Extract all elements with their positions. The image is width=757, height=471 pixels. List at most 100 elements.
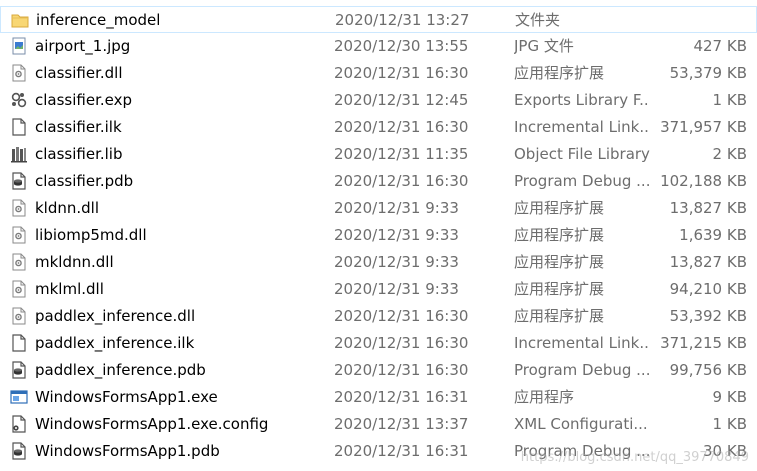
dll-file-icon xyxy=(10,307,28,325)
file-name: paddlex_inference.dll xyxy=(35,307,196,325)
file-name: WindowsFormsApp1.pdb xyxy=(35,442,220,460)
lib-file-icon xyxy=(10,145,28,163)
file-type: Program Debug ... xyxy=(514,172,650,190)
dll-file-icon xyxy=(10,199,28,217)
file-date-modified: 2020/12/31 16:31 xyxy=(334,388,469,406)
file-row[interactable]: classifier.pdb 2020/12/31 16:30 Program De… xyxy=(0,168,757,195)
dll-file-icon xyxy=(10,253,28,271)
file-date-modified: 2020/12/31 9:33 xyxy=(334,253,459,271)
file-row[interactable]: classifier.exp 2020/12/31 12:45 Exports Li… xyxy=(0,87,757,114)
file-type: Incremental Link... xyxy=(514,334,650,352)
file-type: Object File Library xyxy=(514,145,650,163)
file-date-modified: 2020/12/31 9:33 xyxy=(334,226,459,244)
file-name: mklml.dll xyxy=(35,280,104,298)
file-type: Incremental Link... xyxy=(514,118,650,136)
file-date-modified: 2020/12/31 11:35 xyxy=(334,145,469,163)
file-row[interactable]: inference_model 2020/12/31 13:27 文件夹 xyxy=(0,6,757,33)
image-file-icon xyxy=(10,37,28,55)
file-name: mkldnn.dll xyxy=(35,253,114,271)
file-name: kldnn.dll xyxy=(35,199,100,217)
file-name: classifier.ilk xyxy=(35,118,122,136)
file-size: 427 KB xyxy=(693,37,747,55)
ilk-file-icon xyxy=(10,334,28,352)
file-size: 13,827 KB xyxy=(669,253,747,271)
exp-file-icon xyxy=(10,91,28,109)
file-row[interactable]: paddlex_inference.dll 2020/12/31 16:30 应用程… xyxy=(0,303,757,330)
file-type: 应用程序扩展 xyxy=(514,253,605,271)
file-size: 53,379 KB xyxy=(669,64,747,82)
file-row[interactable]: mklml.dll 2020/12/31 9:33 应用程序扩展 94,210 KB xyxy=(0,276,757,303)
file-size: 102,188 KB xyxy=(660,172,747,190)
file-date-modified: 2020/12/31 16:30 xyxy=(334,361,469,379)
dll-file-icon xyxy=(10,280,28,298)
file-type: XML Configurati... xyxy=(514,415,648,433)
dll-file-icon xyxy=(10,64,28,82)
file-size: 9 KB xyxy=(712,388,747,406)
file-name: WindowsFormsApp1.exe.config xyxy=(35,415,269,433)
file-row[interactable]: mkldnn.dll 2020/12/31 9:33 应用程序扩展 13,827 KB xyxy=(0,249,757,276)
file-row[interactable]: classifier.lib 2020/12/31 11:35 Object Fil… xyxy=(0,141,757,168)
watermark: https://blog.csdn.net/qq_39770849 xyxy=(520,450,749,465)
file-size: 1 KB xyxy=(712,415,747,433)
file-name: classifier.exp xyxy=(35,91,133,109)
file-date-modified: 2020/12/31 16:31 xyxy=(334,442,469,460)
file-name: WindowsFormsApp1.exe xyxy=(35,388,218,406)
file-name: paddlex_inference.pdb xyxy=(35,361,206,379)
file-size: 371,957 KB xyxy=(660,118,747,136)
file-name: airport_1.jpg xyxy=(35,37,131,55)
file-row[interactable]: classifier.dll 2020/12/31 16:30 应用程序扩展 53,3… xyxy=(0,60,757,87)
file-type: JPG 文件 xyxy=(514,37,574,55)
file-date-modified: 2020/12/30 13:55 xyxy=(334,37,469,55)
file-date-modified: 2020/12/31 9:33 xyxy=(334,199,459,217)
pdb-file-icon xyxy=(10,442,28,460)
file-list: inference_model 2020/12/31 13:27 文件夹 airpor… xyxy=(0,6,757,465)
exe-file-icon xyxy=(10,388,28,406)
ilk-file-icon xyxy=(10,118,28,136)
file-size: 2 KB xyxy=(712,145,747,163)
file-size: 53,392 KB xyxy=(669,307,747,325)
file-date-modified: 2020/12/31 9:33 xyxy=(334,280,459,298)
file-size: 94,210 KB xyxy=(669,280,747,298)
file-type: 应用程序扩展 xyxy=(514,280,605,298)
folder-icon xyxy=(11,11,29,29)
file-type: 文件夹 xyxy=(515,11,561,29)
file-type: Exports Library F... xyxy=(514,91,650,109)
dll-file-icon xyxy=(10,226,28,244)
file-type: Program Debug ... xyxy=(514,361,650,379)
file-date-modified: 2020/12/31 16:30 xyxy=(334,307,469,325)
file-name: classifier.dll xyxy=(35,64,123,82)
file-row[interactable]: airport_1.jpg 2020/12/30 13:55 JPG 文件 427 K… xyxy=(0,33,757,60)
file-size: 371,215 KB xyxy=(660,334,747,352)
file-type: 应用程序扩展 xyxy=(514,64,605,82)
file-row[interactable]: kldnn.dll 2020/12/31 9:33 应用程序扩展 13,827 KB xyxy=(0,195,757,222)
file-row[interactable]: paddlex_inference.ilk 2020/12/31 16:30 Inc… xyxy=(0,330,757,357)
file-row[interactable]: classifier.ilk 2020/12/31 16:30 Incrementa… xyxy=(0,114,757,141)
file-name: inference_model xyxy=(36,11,161,29)
config-file-icon xyxy=(10,415,28,433)
pdb-file-icon xyxy=(10,172,28,190)
file-size: 13,827 KB xyxy=(669,199,747,217)
file-row[interactable]: libiomp5md.dll 2020/12/31 9:33 应用程序扩展 1,639… xyxy=(0,222,757,249)
file-name: classifier.lib xyxy=(35,145,123,163)
file-type: 应用程序 xyxy=(514,388,575,406)
file-date-modified: 2020/12/31 13:37 xyxy=(334,415,469,433)
file-row[interactable]: WindowsFormsApp1.exe 2020/12/31 16:31 应用程序… xyxy=(0,384,757,411)
file-row[interactable]: WindowsFormsApp1.exe.config 2020/12/31 13… xyxy=(0,411,757,438)
file-name: libiomp5md.dll xyxy=(35,226,147,244)
file-date-modified: 2020/12/31 16:30 xyxy=(334,118,469,136)
file-date-modified: 2020/12/31 16:30 xyxy=(334,64,469,82)
file-size: 1,639 KB xyxy=(679,226,747,244)
file-date-modified: 2020/12/31 13:27 xyxy=(335,11,470,29)
file-row[interactable]: paddlex_inference.pdb 2020/12/31 16:30 Pro… xyxy=(0,357,757,384)
file-date-modified: 2020/12/31 16:30 xyxy=(334,334,469,352)
file-date-modified: 2020/12/31 16:30 xyxy=(334,172,469,190)
pdb-file-icon xyxy=(10,361,28,379)
file-size: 1 KB xyxy=(712,91,747,109)
file-name: classifier.pdb xyxy=(35,172,134,190)
file-type: 应用程序扩展 xyxy=(514,307,605,325)
file-type: 应用程序扩展 xyxy=(514,199,605,217)
file-date-modified: 2020/12/31 12:45 xyxy=(334,91,469,109)
file-type: 应用程序扩展 xyxy=(514,226,605,244)
file-name: paddlex_inference.ilk xyxy=(35,334,195,352)
file-size: 99,756 KB xyxy=(669,361,747,379)
